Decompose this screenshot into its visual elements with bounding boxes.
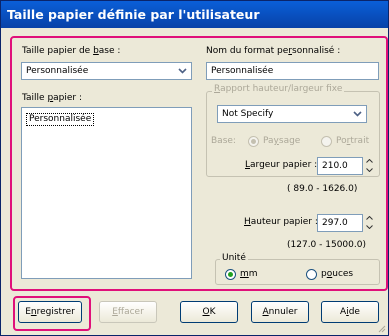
height-range: (127.0 - 15000.0) xyxy=(287,240,366,250)
width-range: ( 89.0 - 1626.0) xyxy=(287,184,358,194)
width-input[interactable]: 210.0 xyxy=(317,157,363,175)
ratio-group-label: Rapport hauteur/largeur fixe xyxy=(212,84,345,94)
chevron-down-icon[interactable] xyxy=(175,64,190,78)
custom-name-label: Nom du format personnalisé : xyxy=(206,46,341,56)
base-label: Base: xyxy=(211,136,236,146)
unit-mm-label: mm xyxy=(240,269,258,279)
paper-size-label: Taille papier : xyxy=(22,93,83,103)
portrait-radio[interactable] xyxy=(321,136,332,147)
landscape-radio[interactable] xyxy=(248,136,259,147)
save-button[interactable]: Enregistrer xyxy=(18,301,82,323)
spin-up-icon[interactable] xyxy=(363,157,376,165)
base-size-label: Taille papier de base : xyxy=(22,46,121,56)
height-spinner[interactable] xyxy=(363,214,376,232)
unit-inch-label: pouces xyxy=(321,269,354,279)
ok-button[interactable]: OK xyxy=(180,301,238,323)
custom-paper-size-dialog: Taille papier définie par l'utilisateur … xyxy=(0,0,389,336)
window-title: Taille papier définie par l'utilisateur xyxy=(1,1,388,28)
unit-group-label: Unité xyxy=(220,253,248,263)
ratio-value: Not Specify xyxy=(222,109,274,119)
height-input[interactable]: 297.0 xyxy=(317,214,363,232)
list-item[interactable]: Personnalisée xyxy=(26,113,95,126)
landscape-label: Paysage xyxy=(263,136,301,146)
portrait-label: Portrait xyxy=(336,136,370,146)
height-label: Hauteur papier : xyxy=(244,217,318,227)
spin-up-icon[interactable] xyxy=(363,214,376,222)
unit-inch-radio[interactable] xyxy=(306,269,317,280)
unit-mm-radio[interactable] xyxy=(225,269,236,280)
help-button[interactable]: Aide xyxy=(321,301,379,323)
resize-grip-icon[interactable] xyxy=(376,323,386,336)
spin-down-icon[interactable] xyxy=(363,223,376,231)
base-size-select[interactable]: Personnalisée xyxy=(21,62,192,80)
ratio-select[interactable]: Not Specify xyxy=(217,105,367,123)
spin-down-icon[interactable] xyxy=(363,166,376,174)
base-size-value: Personnalisée xyxy=(26,66,89,76)
width-spinner[interactable] xyxy=(363,157,376,175)
chevron-down-icon[interactable] xyxy=(350,107,365,121)
width-label: Largeur papier : xyxy=(245,160,318,170)
paper-size-list[interactable]: Personnalisée xyxy=(21,107,192,279)
cancel-button[interactable]: Annuler xyxy=(251,301,309,323)
custom-name-input[interactable]: Personnalisée xyxy=(206,62,379,80)
delete-button[interactable]: Effacer xyxy=(99,301,157,323)
